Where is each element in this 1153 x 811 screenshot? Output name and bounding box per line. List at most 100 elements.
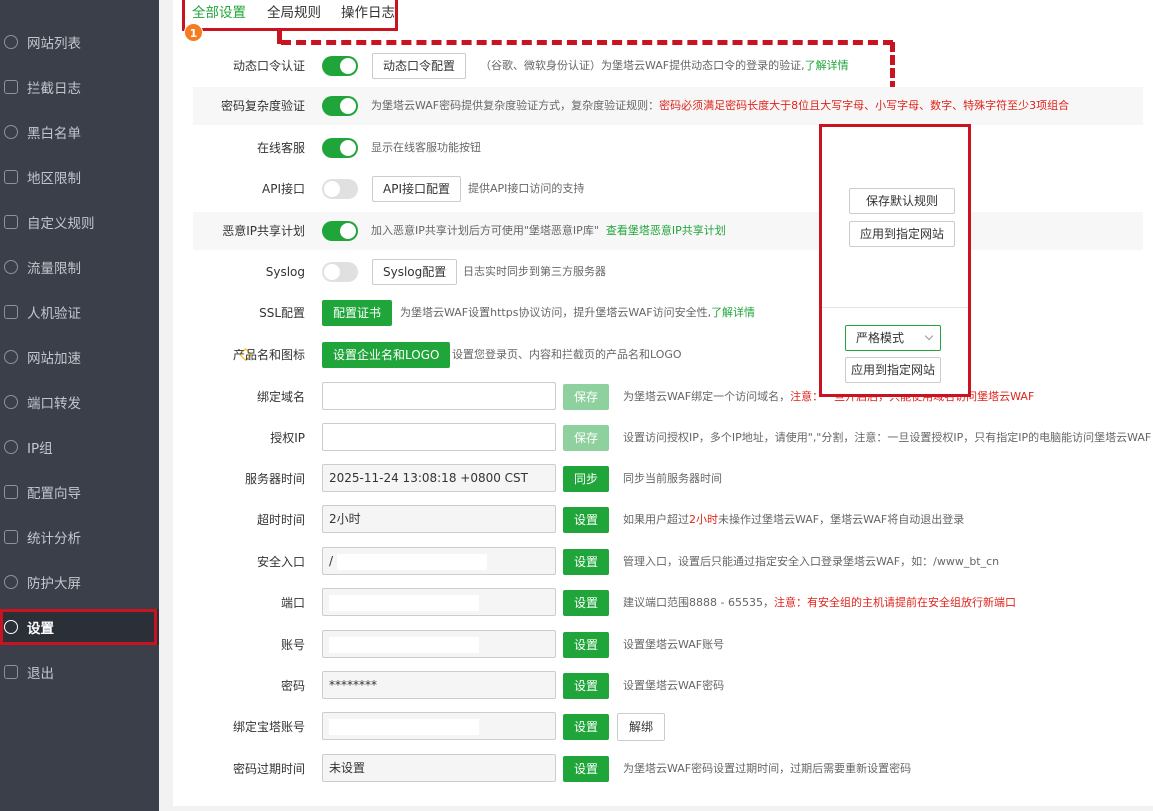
sidebar-item-region[interactable]: 地区限制 <box>0 154 159 199</box>
sidebar-item-label: 配置向导 <box>27 485 81 502</box>
user-icon <box>4 124 18 139</box>
sidebar-item-intercept-log[interactable]: 拦截日志 <box>0 64 159 109</box>
auth-ip-input[interactable] <box>322 423 556 451</box>
setting-row-port: 端口 设置 建议端口范围8888 - 65535，注意：有安全组的主机请提前在安… <box>193 584 1143 622</box>
sidebar-item-label: 流量限制 <box>27 260 81 277</box>
sidebar-item-settings[interactable]: 设置 <box>0 609 159 645</box>
wave-icon <box>4 259 18 274</box>
sidebar-item-label: 端口转发 <box>27 395 81 412</box>
password-expire-field[interactable]: 未设置 <box>322 754 556 782</box>
logout-icon <box>4 664 18 679</box>
domain-input[interactable] <box>322 382 556 410</box>
syslog-config-button[interactable]: Syslog配置 <box>372 259 458 285</box>
syslog-toggle[interactable] <box>322 262 358 282</box>
learn-more-link[interactable]: 了解详情 <box>805 59 849 72</box>
setting-label: 动态口令认证 <box>232 59 305 73</box>
setting-row-account: 账号 设置 设置堡塔云WAF账号 <box>193 626 1143 664</box>
refresh-icon <box>4 394 18 409</box>
password-expire-set-button[interactable]: 设置 <box>563 756 610 782</box>
chart-icon <box>4 529 18 544</box>
timeout-field[interactable]: 2小时 <box>322 505 556 533</box>
save-default-rules-button[interactable]: 保存默认规则 <box>849 188 955 214</box>
sidebar-item-port-forward[interactable]: 端口转发 <box>0 379 159 424</box>
apply-to-site-button[interactable]: 应用到指定网站 <box>849 221 955 247</box>
sidebar-item-acceleration[interactable]: 网站加速 <box>0 334 159 379</box>
malicious-ip-plan-link[interactable]: 查看堡塔恶意IP共享计划 <box>606 224 726 237</box>
timeout-set-button[interactable]: 设置 <box>563 507 610 533</box>
password-set-button[interactable]: 设置 <box>563 673 610 699</box>
sync-time-button[interactable]: 同步 <box>563 466 610 492</box>
setting-label: 密码复杂度验证 <box>220 99 305 113</box>
port-set-button[interactable]: 设置 <box>563 590 610 616</box>
edit-icon <box>4 214 18 229</box>
setting-desc: 设置您登录页、内容和拦截页的产品名和LOGO <box>452 348 682 361</box>
ssl-config-button[interactable]: 配置证书 <box>322 300 393 326</box>
learn-more-link[interactable]: 了解详情 <box>711 306 755 319</box>
sidebar-item-custom-rules[interactable]: 自定义规则 <box>0 199 159 244</box>
online-support-toggle[interactable] <box>322 138 358 158</box>
setting-label: 恶意IP共享计划 <box>222 224 305 238</box>
account-field[interactable] <box>322 630 556 658</box>
api-config-button[interactable]: API接口配置 <box>372 176 461 202</box>
setting-label: 服务器时间 <box>244 472 305 486</box>
setting-label: 产品名和图标 <box>232 348 305 362</box>
bt-account-field[interactable] <box>322 712 556 740</box>
sidebar-item-wizard[interactable]: 配置向导 <box>0 469 159 514</box>
setting-row-brand: 产品名和图标 设置企业名和LOGO 设置您登录页、内容和拦截页的产品名和LOGO <box>193 336 1143 374</box>
sidebar-item-ip-group[interactable]: IP组 <box>0 424 159 469</box>
totp-toggle[interactable] <box>322 56 358 76</box>
password-complexity-toggle[interactable] <box>322 96 358 116</box>
domain-save-button[interactable]: 保存 <box>563 384 610 410</box>
unbind-button[interactable]: 解绑 <box>617 713 666 741</box>
auth-ip-save-button[interactable]: 保存 <box>563 425 610 451</box>
setting-row-timeout: 超时时间 2小时 设置 如果用户超过2小时未操作过堡塔云WAF，堡塔云WAF将自… <box>193 501 1143 539</box>
password-field[interactable]: ******** <box>322 671 556 699</box>
sidebar-item-label: 地区限制 <box>27 170 81 187</box>
setting-desc: 设置访问授权IP，多个IP地址，请使用","分割，注意：一旦设置授权IP，只有指… <box>623 431 1152 444</box>
sidebar-item-label: 防护大屏 <box>27 575 81 592</box>
sidebar-item-dashboard-screen[interactable]: 防护大屏 <box>0 559 159 604</box>
sidebar-item-traffic[interactable]: 流量限制 <box>0 244 159 289</box>
api-toggle[interactable] <box>322 179 358 199</box>
setting-desc: 显示在线客服功能按钮 <box>371 141 481 154</box>
panel-divider <box>822 307 968 308</box>
security-entry-set-button[interactable]: 设置 <box>563 549 610 575</box>
setting-label: 账号 <box>280 638 305 652</box>
port-field[interactable] <box>322 588 556 616</box>
mode-select-value: 严格模式 <box>856 331 905 345</box>
setting-label: 绑定域名 <box>256 390 305 404</box>
setting-label: 端口 <box>280 596 305 610</box>
security-entry-field[interactable]: / <box>322 547 556 575</box>
sidebar-item-logout[interactable]: 退出 <box>0 649 159 694</box>
mode-select[interactable]: 严格模式 <box>845 325 941 351</box>
bt-account-set-button[interactable]: 设置 <box>563 714 610 740</box>
malicious-ip-toggle[interactable] <box>322 221 358 241</box>
sidebar-item-statistics[interactable]: 统计分析 <box>0 514 159 559</box>
sidebar-item-sites[interactable]: 网站列表 <box>0 19 159 64</box>
setting-desc: 提供API接口访问的支持 <box>468 182 585 195</box>
setting-row-totp: 动态口令认证 动态口令配置 （谷歌、微软身份认证）为堡塔云WAF提供动态口令的登… <box>193 47 1143 85</box>
sidebar-item-blackwhite[interactable]: 黑白名单 <box>0 109 159 154</box>
brand-config-button[interactable]: 设置企业名和LOGO <box>322 342 451 368</box>
setting-label: SSL配置 <box>259 306 305 320</box>
setting-desc: 设置堡塔云WAF密码 <box>623 679 725 692</box>
setting-label: 在线客服 <box>256 141 305 155</box>
totp-config-button[interactable]: 动态口令配置 <box>372 53 467 79</box>
setting-row-online-support: 在线客服 显示在线客服功能按钮 <box>193 129 1143 167</box>
setting-row-domain: 绑定域名 保存 为堡塔云WAF绑定一个访问域名，注意：一旦开启后，只能使用域名访… <box>193 378 1143 416</box>
sidebar-item-label: 网站列表 <box>27 35 81 52</box>
chevron-down-icon <box>924 331 934 341</box>
sidebar-item-captcha[interactable]: 人机验证 <box>0 289 159 334</box>
setting-label: 密码过期时间 <box>232 762 305 776</box>
setting-desc: 如果用户超过2小时未操作过堡塔云WAF，堡塔云WAF将自动退出登录 <box>623 513 965 526</box>
setting-row-auth-ip: 授权IP 保存 设置访问授权IP，多个IP地址，请使用","分割，注意：一旦设置… <box>193 419 1151 457</box>
setting-row-malicious-ip: 恶意IP共享计划 加入恶意IP共享计划后方可使用"堡塔恶意IP库" 查看堡塔恶意… <box>193 212 1143 250</box>
sidebar-item-label: IP组 <box>27 440 53 457</box>
account-set-button[interactable]: 设置 <box>563 632 610 658</box>
sidebar-item-label: 退出 <box>27 665 54 682</box>
setting-desc: 日志实时同步到第三方服务器 <box>463 265 606 278</box>
sidebar-item-label: 黑白名单 <box>27 125 81 142</box>
setting-row-security-entry: 安全入口 / 设置 管理入口，设置后只能通过指定安全入口登录堡塔云WAF，如：/… <box>193 543 1143 581</box>
setting-row-password-complexity: 密码复杂度验证 为堡塔云WAF密码提供复杂度验证方式，复杂度验证规则：密码必须满… <box>193 87 1143 125</box>
apply-to-site-button-2[interactable]: 应用到指定网站 <box>845 357 941 383</box>
